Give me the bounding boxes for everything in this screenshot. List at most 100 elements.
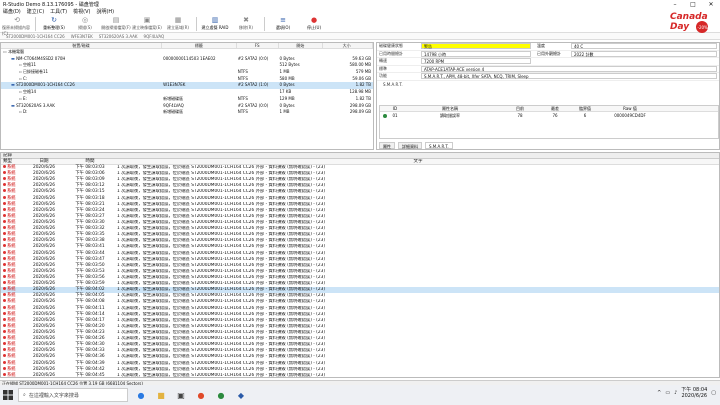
edge-icon[interactable]: ●	[134, 388, 148, 402]
drive-fs-cell: #2 SATA2 (1:0)	[237, 82, 269, 88]
toolbar-button-options[interactable]: ≡ 選項(O)	[268, 16, 298, 32]
log-type: 系統	[7, 336, 16, 342]
rstudio-icon[interactable]: ◆	[234, 388, 248, 402]
rpm-value: 7200 RPM	[421, 58, 531, 65]
drive-row[interactable]: ▫ C: NTFS 580 MB 59.06 GB	[1, 76, 373, 83]
toolbar-button-remove[interactable]: ✖ 移除(R)	[231, 16, 261, 32]
smart-column-header[interactable]: 臨界值	[570, 106, 600, 111]
drive-row[interactable]: ▭ 本機電腦	[1, 49, 373, 56]
taskbar: ⌕ 在這裡輸入文字來搜尋 ● ■ ▣ ● ● ◆ ^ ▭ ♪ 下午 08:04 …	[0, 385, 720, 405]
drive-start-cell: 580 MB	[279, 75, 295, 81]
error-icon	[3, 323, 6, 327]
drive-column-header[interactable]: 大小	[323, 43, 374, 48]
drive-row[interactable]: ▫ 空格14 17 KB 128.98 MB	[1, 89, 373, 96]
error-icon	[3, 293, 6, 297]
promo-banner[interactable]: Canada Day -20%	[664, 9, 716, 35]
breadcrumb-item[interactable]: 9QF4LVAQ	[144, 34, 165, 39]
close-icon[interactable]: ✕	[702, 0, 720, 8]
breadcrumb: ST2000DM001-1CH164 CC26 WFE3N7EK ST320620A…	[0, 33, 720, 40]
smart-cur-cell: 78	[517, 113, 523, 118]
drive-row[interactable]: ▫ 已掛接磁卷11 NTFS 1 MB 579 MB	[1, 69, 373, 76]
firefox-icon[interactable]: ●	[194, 388, 208, 402]
menu-item[interactable]: 建立(C)	[27, 8, 44, 15]
store-icon[interactable]: ▣	[174, 388, 188, 402]
image-icon: ▣	[143, 16, 151, 24]
drive-row[interactable]: ▫ D: 新增磁碟區 NTFS 1 MB 298.09 GB	[1, 109, 373, 116]
toolbar: ⟲ 復原未掃描內容(C) ↻ 重新整理(S) ◎ 掃描(S) ▤ 開啟掃描檔案(F) ▣ 建立映像…	[0, 12, 720, 36]
drive-name-cell: ▬ NM-CT064M4SSD2 070H	[1, 56, 162, 63]
clock[interactable]: 下午 08:04 2020/6/26	[681, 387, 707, 399]
toolbar-button-label: 建立映像檔案(E)	[132, 25, 162, 30]
drive-column-header[interactable]: 標籤	[162, 43, 237, 48]
toolbar-button-stop[interactable]: ● 停止(U)	[299, 16, 329, 32]
log-type: 系統	[7, 354, 16, 360]
promo-line1: Canada	[670, 12, 708, 22]
file-explorer-icon[interactable]: ■	[154, 388, 168, 402]
smart-column-header[interactable]: 屬性名稱	[400, 106, 500, 111]
toolbar-button-open-scan[interactable]: ▤ 開啟掃描檔案(F)	[101, 16, 131, 32]
chrome-icon[interactable]: ●	[214, 388, 228, 402]
network-icon[interactable]: ▭	[665, 390, 670, 396]
drive-row[interactable]: ▫ E: 新增磁碟區 NTFS 129 MB 1.82 TB	[1, 96, 373, 103]
log-column-header[interactable]: 文字	[117, 159, 719, 164]
notification-icon[interactable]: ▢	[711, 390, 716, 396]
smart-column-header[interactable]	[380, 106, 390, 111]
smart-title: S.M.A.R.T.	[383, 81, 403, 87]
toolbar-button-scan[interactable]: ◎ 掃描(S)	[70, 16, 100, 32]
smart-column-header[interactable]: ID	[390, 106, 400, 111]
drive-row[interactable]: ▬ ST2000DM001-1CH164 CC26 W1E3N7EK #2 SATA…	[1, 82, 373, 90]
volume-icon[interactable]: ♪	[674, 390, 677, 396]
drive-fs-cell: NTFS	[237, 69, 248, 75]
menu-bar: 磁盘(D) 建立(C) 工具(T) 檢視(V) 說明(H)	[0, 8, 720, 15]
windows-start-icon[interactable]	[0, 385, 16, 405]
log-row[interactable]: 系統 2020/6/26 下午 08:04:45 1 次讀取後，發生讀取錯誤，位於磁區…	[1, 372, 719, 377]
log-column-header[interactable]: 日期	[25, 159, 63, 164]
log-column-header[interactable]: 時間	[63, 159, 117, 164]
toolbar-button-label: 開啟掃描檔案(F)	[101, 25, 131, 30]
taskbar-search[interactable]: ⌕ 在這裡輸入文字來搜尋	[18, 388, 128, 402]
error-icon	[3, 372, 6, 376]
error-icon	[3, 262, 6, 266]
drive-column-header[interactable]: FS	[237, 43, 279, 48]
error-icon	[3, 360, 6, 364]
menu-item[interactable]: 磁盘(D)	[3, 8, 21, 15]
smart-column-header[interactable]: Raw 值	[600, 106, 660, 111]
drive-label-cell	[162, 49, 237, 56]
toolbar-button-region[interactable]: ▦ 建立區域(R)	[163, 16, 193, 32]
minimize-icon[interactable]: –	[666, 0, 684, 8]
breadcrumb-item[interactable]: ST320620AS 3.AAK	[99, 34, 138, 39]
error-icon	[3, 195, 6, 199]
drive-column-header[interactable]: 裝置/磁碟	[1, 43, 163, 48]
error-icon	[3, 165, 6, 168]
breadcrumb-item[interactable]: WFE3N7EK	[71, 34, 93, 39]
drive-column-header[interactable]: 開始	[279, 43, 324, 48]
smart-row[interactable]: 01 讀取錯誤率 78 76 6 0000049CD4DF	[380, 112, 718, 119]
toolbar-button-recover[interactable]: ⟲ 復原未掃描內容(C)	[2, 16, 32, 36]
tab-0[interactable]: 屬性	[379, 142, 395, 149]
toolbar-button-raid[interactable]: ▥ 建立虛擬 RAID	[200, 16, 230, 32]
tab-2[interactable]: S.M.A.R.T.	[425, 142, 453, 149]
open-scan-icon: ▤	[112, 16, 120, 24]
toolbar-button-refresh[interactable]: ↻ 重新整理(S)	[39, 16, 69, 32]
log-type: 系統	[7, 183, 16, 189]
menu-item[interactable]: 工具(T)	[50, 8, 67, 15]
tab-1[interactable]: 詳細資料	[398, 142, 422, 149]
menu-item[interactable]: 說明(H)	[96, 8, 114, 15]
toolbar-button-label: 建立區域(R)	[167, 25, 189, 30]
log-type: 系統	[7, 281, 16, 287]
menu-item[interactable]: 檢視(V)	[73, 8, 90, 15]
chevron-up-icon[interactable]: ^	[657, 390, 661, 396]
drive-list: ▭ 本機電腦 ▬ NM-CT064M4SSD2 070H 0000000011450…	[1, 49, 373, 116]
drive-row[interactable]: ▫ 空格11 512 Bytes 580.00 MB	[1, 62, 373, 69]
log-column-header[interactable]: 類型	[1, 159, 25, 164]
drive-name: 已掛接磁卷11	[22, 69, 49, 75]
standard-label: 標準	[379, 65, 387, 71]
drive-row[interactable]: ▬ ST320620AS 3.AAK 9QF4LVAQ #2 SATA2 (0:0)…	[1, 103, 373, 110]
smart-column-header[interactable]: 目前	[500, 106, 540, 111]
toolbar-button-image[interactable]: ▣ 建立映像檔案(E)	[132, 16, 162, 32]
log-type: 系統	[7, 238, 16, 244]
drive-fs-cell	[237, 49, 279, 56]
maximize-icon[interactable]: □	[684, 0, 702, 8]
smart-column-header[interactable]: 最差	[540, 106, 570, 111]
drive-row[interactable]: ▬ NM-CT064M4SSD2 070H 00000000114503 1EAE…	[1, 56, 373, 63]
